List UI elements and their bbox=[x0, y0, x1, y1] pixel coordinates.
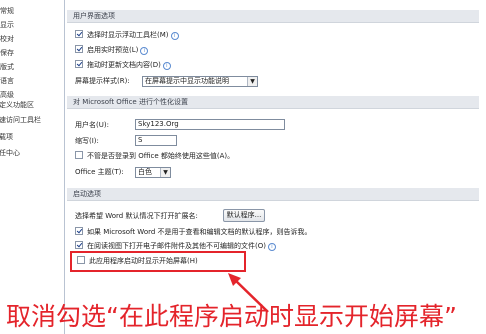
tell-me-default-label: 如果 Microsoft Word 不是用于查看和编辑文档的默认程序，则告诉我。 bbox=[87, 228, 312, 236]
sidebar-item-language[interactable]: 语言 bbox=[0, 76, 64, 87]
option-tell-me-default[interactable]: 如果 Microsoft Word 不是用于查看和编辑文档的默认程序，则告诉我。 bbox=[75, 227, 312, 238]
sidebar-item-label: 校对 bbox=[0, 35, 14, 43]
option-update-while-dragging[interactable]: 拖动时更新文档内容(D) i bbox=[75, 60, 171, 71]
info-icon: i bbox=[267, 243, 276, 251]
sidebar-item-label: 自定义功能区 bbox=[0, 101, 34, 109]
live-preview-label: 启用实时预览(L) bbox=[87, 46, 139, 54]
office-theme-value: 白色 bbox=[138, 168, 152, 176]
sidebar-item-label: 加载项 bbox=[0, 133, 13, 141]
office-theme-row: Office 主题(T): bbox=[75, 167, 124, 178]
initials-row: 缩写(I): bbox=[75, 136, 99, 147]
section-header-personalize: 对 Microsoft Office 进行个性化设置 bbox=[67, 96, 479, 109]
sidebar-item-trust-center[interactable]: 信任中心 bbox=[0, 148, 56, 159]
reading-view-checkbox[interactable] bbox=[75, 241, 83, 249]
screentip-style-value: 在屏幕提示中显示功能说明 bbox=[145, 77, 229, 85]
info-icon: i bbox=[140, 47, 149, 55]
sidebar-item-label: 语言 bbox=[0, 77, 14, 85]
option-mini-toolbar[interactable]: 选择时显示浮动工具栏(M) i bbox=[75, 30, 179, 41]
office-theme-label: Office 主题(T): bbox=[75, 168, 124, 176]
live-preview-checkbox[interactable] bbox=[75, 45, 83, 53]
sidebar-item-label: 高级 bbox=[0, 91, 14, 99]
section-header-startup: 启动选项 bbox=[67, 188, 479, 201]
sidebar-item-general[interactable]: 常规 bbox=[0, 6, 64, 17]
initials-label: 缩写(I): bbox=[75, 137, 99, 145]
sidebar-item-layout[interactable]: 版式 bbox=[0, 62, 64, 73]
screentip-style-select[interactable]: 在屏幕提示中显示功能说明 ▼ bbox=[142, 76, 258, 87]
initials-value: S bbox=[138, 136, 143, 144]
options-content: 用户界面选项 选择时显示浮动工具栏(M) i 启用实时预览(L) i 拖动时更新文档… bbox=[65, 0, 486, 334]
default-extensions-label: 选择希望 Word 默认情况下打开扩展名: bbox=[75, 212, 198, 220]
show-start-screen-checkbox[interactable] bbox=[77, 256, 85, 264]
mini-toolbar-checkbox[interactable] bbox=[75, 30, 83, 38]
username-label: 用户名(U): bbox=[75, 121, 109, 129]
always-use-values-label: 不管是否登录到 Office 都始终使用这些值(A)。 bbox=[87, 152, 235, 160]
chevron-down-icon[interactable]: ▼ bbox=[160, 168, 170, 177]
sidebar-item-proofing[interactable]: 校对 bbox=[0, 34, 64, 45]
option-live-preview[interactable]: 启用实时预览(L) i bbox=[75, 45, 149, 56]
info-icon: i bbox=[162, 62, 171, 70]
always-use-values-checkbox[interactable] bbox=[75, 151, 83, 159]
chevron-down-icon[interactable]: ▼ bbox=[247, 77, 257, 86]
default-programs-button[interactable]: 默认程序... bbox=[223, 209, 265, 222]
tell-me-default-checkbox[interactable] bbox=[75, 227, 83, 235]
show-start-screen-label: 此应用程序启动时显示开始屏幕(H) bbox=[89, 257, 198, 265]
option-show-start-screen[interactable]: 此应用程序启动时显示开始屏幕(H) bbox=[77, 256, 198, 267]
screentip-style-label: 屏幕提示样式(R): bbox=[75, 77, 130, 85]
info-icon: i bbox=[170, 32, 179, 40]
options-sidebar: 常规 显示 校对 保存 版式 语言 高级 自定义功能区 快速访问工具栏 加载项 … bbox=[0, 0, 65, 334]
option-always-use-values[interactable]: 不管是否登录到 Office 都始终使用这些值(A)。 bbox=[75, 151, 234, 162]
initials-field[interactable]: S bbox=[135, 135, 177, 146]
sidebar-item-quick-access-toolbar[interactable]: 快速访问工具栏 bbox=[0, 115, 56, 126]
sidebar-item-label: 信任中心 bbox=[0, 149, 20, 157]
sidebar-item-label: 显示 bbox=[0, 21, 14, 29]
mini-toolbar-label: 选择时显示浮动工具栏(M) bbox=[87, 31, 169, 39]
section-header-ui-options: 用户界面选项 bbox=[67, 10, 479, 23]
username-field[interactable]: Sky123.Org bbox=[135, 119, 285, 130]
screentip-style-row: 屏幕提示样式(R): bbox=[75, 76, 130, 87]
annotation-caption: 取消勾选“在此程序启动时显示开始屏幕” bbox=[6, 302, 457, 331]
update-dragging-label: 拖动时更新文档内容(D) bbox=[87, 61, 161, 69]
sidebar-item-add-ins[interactable]: 加载项 bbox=[0, 132, 56, 143]
reading-view-label: 在阅读视图下打开电子邮件附件及其他不可编辑的文件(O) bbox=[87, 242, 266, 250]
sidebar-item-label: 保存 bbox=[0, 49, 14, 57]
sidebar-item-label: 快速访问工具栏 bbox=[0, 116, 41, 124]
default-extensions-row: 选择希望 Word 默认情况下打开扩展名: bbox=[75, 211, 198, 222]
username-row: 用户名(U): bbox=[75, 120, 109, 131]
update-dragging-checkbox[interactable] bbox=[75, 60, 83, 68]
sidebar-item-save[interactable]: 保存 bbox=[0, 48, 64, 59]
username-value: Sky123.Org bbox=[138, 120, 179, 128]
sidebar-item-label: 版式 bbox=[0, 63, 14, 71]
office-theme-select[interactable]: 白色 ▼ bbox=[135, 167, 171, 178]
sidebar-item-label: 常规 bbox=[0, 7, 14, 15]
sidebar-item-customize-ribbon[interactable]: 自定义功能区 bbox=[0, 100, 56, 111]
sidebar-item-display[interactable]: 显示 bbox=[0, 20, 64, 31]
